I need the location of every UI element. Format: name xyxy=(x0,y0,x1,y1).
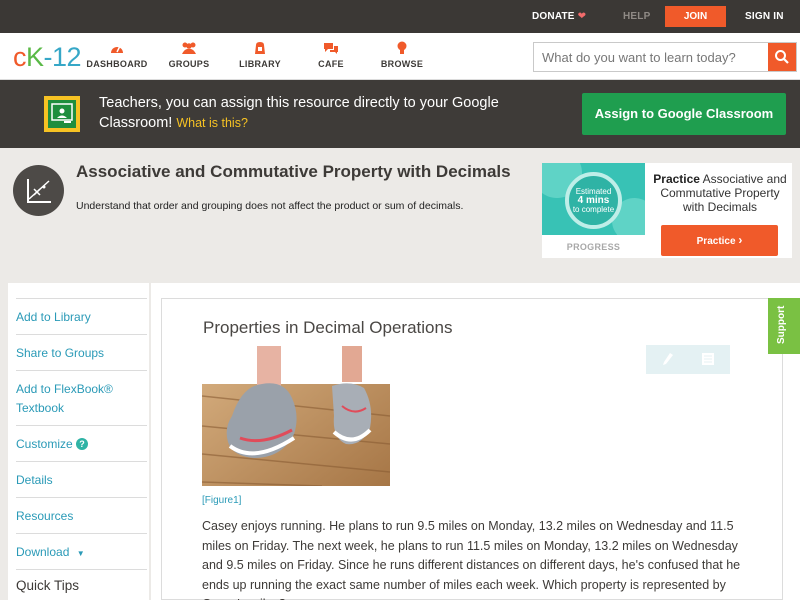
search-input[interactable] xyxy=(534,43,768,71)
chevron-right-icon: › xyxy=(738,233,743,247)
heart-icon: ❤ xyxy=(577,11,587,22)
caret-down-icon: ▼ xyxy=(76,549,85,558)
sidebar-divider xyxy=(16,569,147,570)
practice-button[interactable]: Practice › xyxy=(661,225,778,256)
running-shoes-photo xyxy=(202,346,390,486)
main-content: Properties in Decimal Operations [Figure… xyxy=(151,283,800,600)
google-classroom-icon xyxy=(44,96,80,132)
nav-cafe-label: CAFE xyxy=(318,59,344,69)
chat-bubbles-icon xyxy=(324,43,338,54)
annotation-toolbar xyxy=(646,345,730,374)
article-paragraph: Casey enjoys running. He plans to run 9.… xyxy=(202,519,741,600)
nav-library-label: LIBRARY xyxy=(239,59,281,69)
nav-dashboard[interactable]: DASHBOARD xyxy=(82,41,152,69)
practice-card: Estimated 4 mins to complete PROGRESS Pr… xyxy=(542,163,792,258)
customize-label: Customize xyxy=(16,437,73,451)
practice-description: Practice Associative and Commutative Pro… xyxy=(652,172,788,214)
ck12-logo[interactable]: cK-12 xyxy=(13,42,82,72)
logo-dash: - xyxy=(43,42,53,72)
concept-title: Associative and Commutative Property wit… xyxy=(76,162,511,181)
sidebar-share-to-groups[interactable]: Share to Groups xyxy=(16,334,147,363)
logo-k: K xyxy=(26,42,44,72)
support-label: Support xyxy=(776,305,787,344)
concept-subtitle: Understand that order and grouping does … xyxy=(76,200,464,212)
help-link[interactable]: HELP xyxy=(623,11,650,22)
main-nav: cK-12 DASHBOARD GROUPS LIBRARY CAFE BROW… xyxy=(0,33,800,80)
help-icon[interactable]: ? xyxy=(76,438,89,450)
book-bag-icon xyxy=(255,42,265,54)
sidebar-download[interactable]: Download ▼ xyxy=(16,533,147,563)
nav-cafe[interactable]: CAFE xyxy=(296,41,366,69)
nav-dashboard-label: DASHBOARD xyxy=(86,59,148,69)
nav-browse-label: BROWSE xyxy=(380,59,424,69)
sidebar-add-to-flexbook[interactable]: Add to FlexBook® Textbook xyxy=(16,370,147,418)
search-button[interactable] xyxy=(768,43,796,71)
what-is-this-link[interactable]: What is this? xyxy=(176,116,248,130)
speedometer-icon xyxy=(111,45,123,53)
graph-icon xyxy=(13,165,64,216)
pencil-icon[interactable] xyxy=(662,352,674,366)
to-complete-label: to complete xyxy=(572,205,615,214)
assign-to-google-classroom-button[interactable]: Assign to Google Classroom xyxy=(582,93,786,135)
sidebar-resources[interactable]: Resources xyxy=(16,497,147,526)
practice-image: Estimated 4 mins to complete xyxy=(542,163,645,235)
figure-caption[interactable]: [Figure1] xyxy=(202,495,241,506)
teacher-banner: Teachers, you can assign this resource d… xyxy=(0,80,800,148)
sidebar-details[interactable]: Details xyxy=(16,461,147,490)
sidebar-add-to-library[interactable]: Add to Library xyxy=(16,298,147,327)
search-box xyxy=(533,42,797,72)
article-card: Properties in Decimal Operations [Figure… xyxy=(161,298,783,600)
join-button[interactable]: JOIN xyxy=(665,6,726,27)
sidebar: Add to Library Share to Groups Add to Fl… xyxy=(8,283,149,600)
top-bar: DONATE ❤ HELP JOIN SIGN IN xyxy=(0,0,800,33)
download-label: Download xyxy=(16,545,70,559)
search-icon xyxy=(775,50,789,64)
estimated-time-badge: Estimated 4 mins to complete xyxy=(565,172,622,229)
donate-link[interactable]: DONATE ❤ xyxy=(532,11,586,22)
logo-c: c xyxy=(13,42,27,72)
article-title: Properties in Decimal Operations xyxy=(203,318,453,337)
lightbulb-icon xyxy=(397,41,407,54)
people-icon xyxy=(182,42,196,54)
banner-message: Teachers, you can assign this resource d… xyxy=(99,95,499,131)
progress-label: PROGRESS xyxy=(566,242,621,252)
nav-library[interactable]: LIBRARY xyxy=(225,41,295,69)
sign-in-link[interactable]: SIGN IN xyxy=(745,11,784,22)
banner-text: Teachers, you can assign this resource d… xyxy=(99,93,559,133)
nav-browse[interactable]: BROWSE xyxy=(367,41,437,69)
sidebar-customize[interactable]: Customize ? xyxy=(16,425,147,454)
donate-label: DONATE xyxy=(532,11,575,22)
notes-icon[interactable] xyxy=(701,352,715,366)
practice-bold: Practice xyxy=(653,172,700,186)
quick-tips-heading: Quick Tips xyxy=(16,578,80,593)
logo-12: 12 xyxy=(52,42,82,72)
practice-button-label: Practice xyxy=(696,236,736,247)
support-tab[interactable]: Support xyxy=(768,298,800,354)
nav-groups-label: GROUPS xyxy=(168,59,210,69)
nav-groups[interactable]: GROUPS xyxy=(154,41,224,69)
